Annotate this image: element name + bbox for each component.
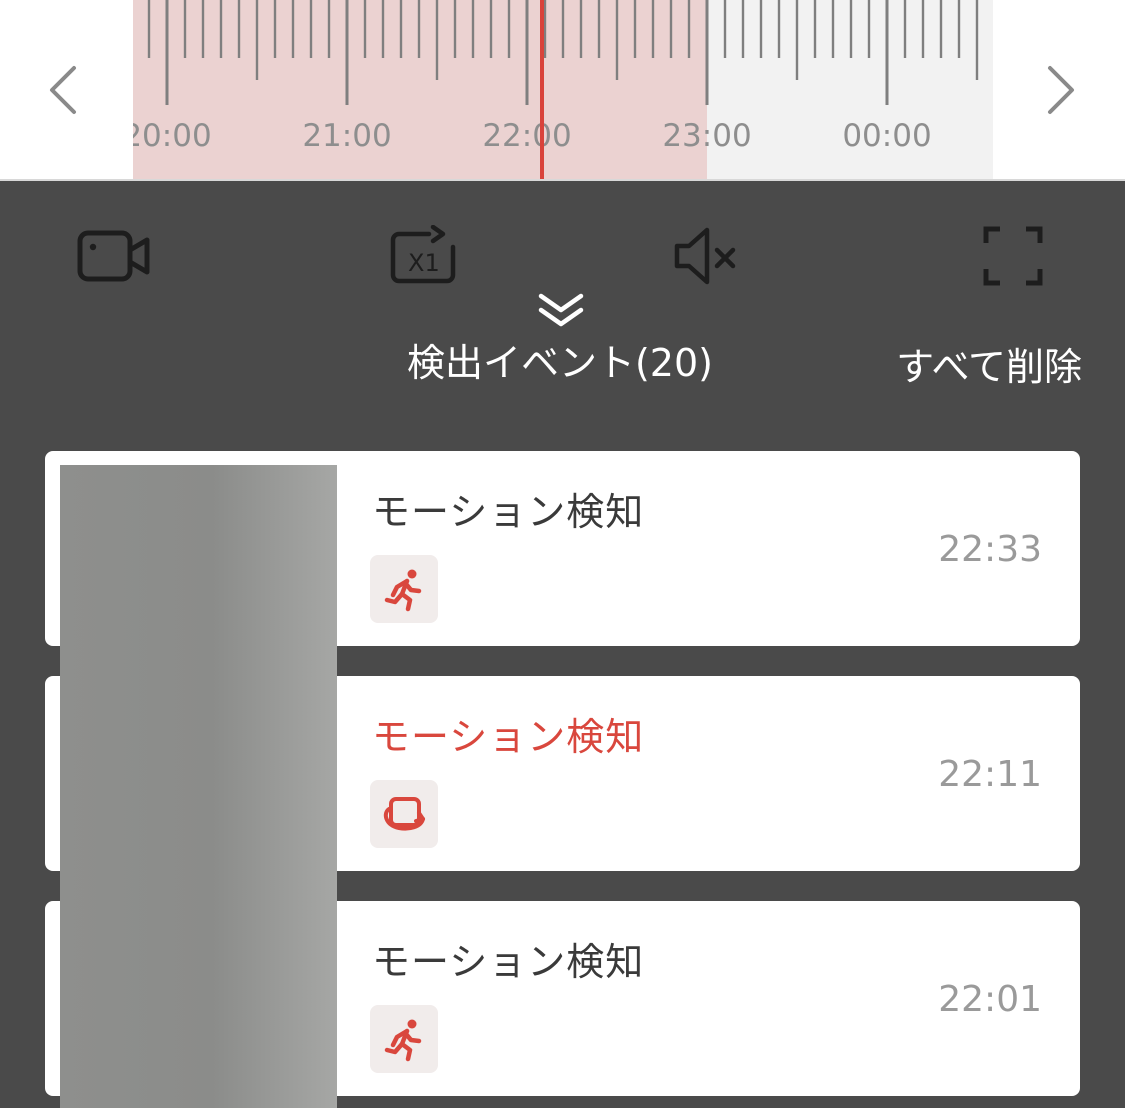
event-type-badge [370, 1005, 438, 1073]
playhead[interactable] [540, 0, 544, 179]
timeline-next-button[interactable] [1036, 55, 1086, 125]
tick-label: 21:00 [302, 118, 392, 154]
event-title: モーション検知 [372, 490, 645, 534]
tick-label: 20:00 [133, 118, 212, 154]
event-title: モーション検知 [372, 715, 645, 759]
timeline-bar: 20:00 21:00 22:00 23:00 00:00 [0, 0, 1125, 181]
timeline-ticks [147, 0, 979, 105]
tick-label: 00:00 [842, 118, 932, 154]
event-time: 22:33 [938, 529, 1042, 570]
event-thumbnail[interactable] [60, 465, 337, 1108]
mute-button[interactable] [668, 221, 744, 291]
running-person-icon [384, 1019, 422, 1062]
event-type-badge [370, 555, 438, 623]
events-title: 検出イベント(20) [406, 341, 713, 385]
delete-all-button[interactable]: すべて削除 [872, 336, 1082, 391]
collapse-events-button[interactable] [536, 292, 586, 330]
tick-label: 23:00 [662, 118, 752, 154]
event-time: 22:11 [938, 754, 1042, 795]
tick-label: 22:00 [482, 118, 572, 154]
record-button[interactable] [72, 221, 156, 291]
chevron-right-icon [1048, 66, 1074, 114]
playback-speed-x1-icon: X1 [390, 225, 456, 284]
double-chevron-down-icon [538, 293, 584, 327]
fullscreen-button[interactable] [978, 221, 1048, 291]
fullscreen-icon [983, 226, 1043, 286]
timeline-prev-button[interactable] [38, 55, 88, 125]
speed-label: X1 [408, 249, 440, 277]
timeline-ruler[interactable]: 20:00 21:00 22:00 23:00 00:00 [133, 0, 993, 179]
rotate-device-icon [383, 797, 425, 831]
running-person-icon [384, 569, 422, 612]
mute-icon [674, 227, 736, 285]
event-type-badge [370, 780, 438, 848]
event-title: モーション検知 [372, 940, 645, 984]
event-time: 22:01 [938, 979, 1042, 1020]
chevron-left-icon [50, 66, 76, 114]
video-camera-icon [77, 230, 150, 282]
playback-speed-button[interactable]: X1 [385, 221, 461, 291]
